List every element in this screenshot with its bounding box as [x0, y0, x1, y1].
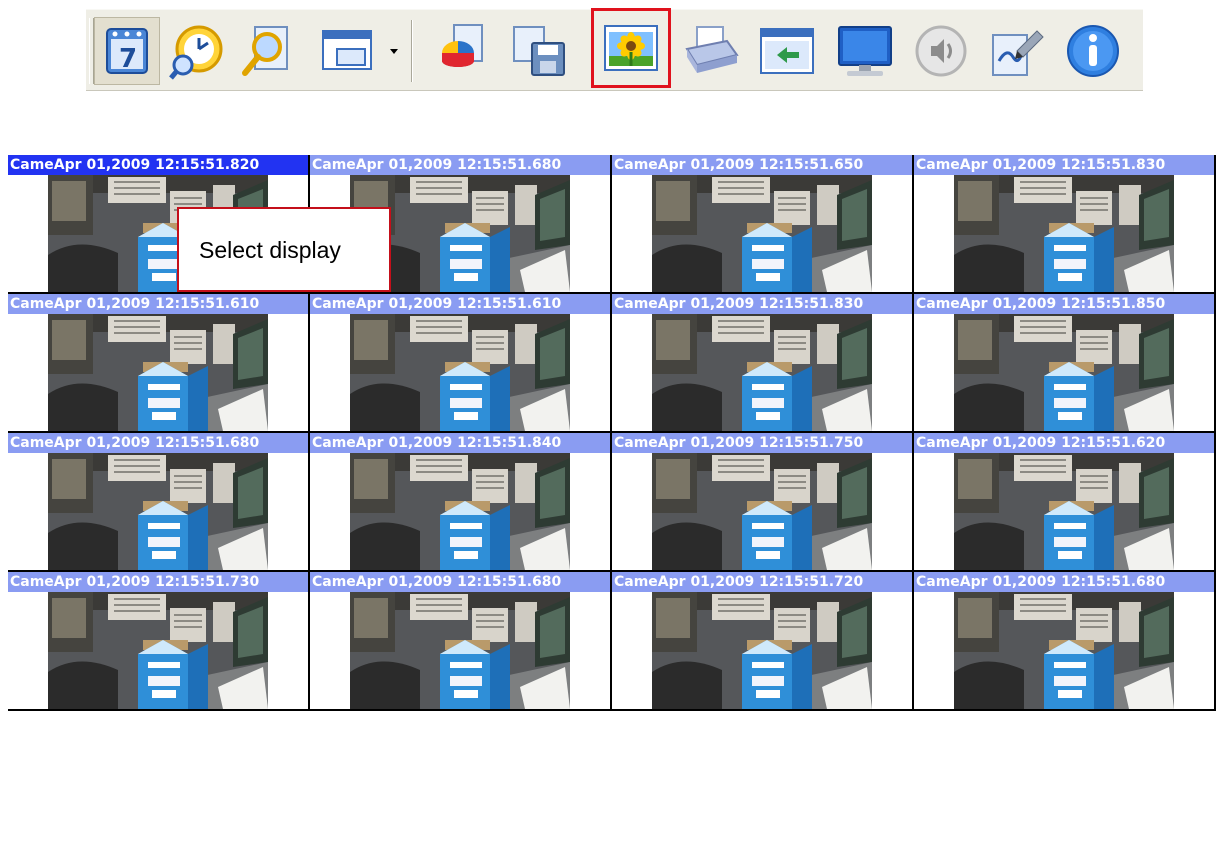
camera-tile[interactable]: CameApr 01,2009 12:15:51.680: [8, 433, 310, 572]
clock-search-icon: [167, 21, 227, 81]
camera-tile-title: CameApr 01,2009 12:15:51.650: [612, 155, 912, 175]
camera-tile[interactable]: CameApr 01,2009 12:15:51.730: [8, 572, 310, 711]
camera-frame-image: [652, 453, 872, 570]
select-display-callout: Select display: [177, 207, 391, 292]
split-screen-button[interactable]: [314, 17, 380, 85]
return-arrow-icon: [757, 21, 817, 81]
camera-tile-title: CameApr 01,2009 12:15:51.750: [612, 433, 912, 453]
speaker-icon: [911, 21, 971, 81]
callout-text: Select display: [199, 237, 341, 263]
camera-frame-image: [652, 175, 872, 292]
pencil-note-icon: [987, 21, 1047, 81]
camera-tile[interactable]: CameApr 01,2009 12:15:51.650: [612, 155, 914, 294]
camera-frame-image: [48, 453, 268, 570]
camera-tile[interactable]: CameApr 01,2009 12:15:51.680: [310, 572, 612, 711]
camera-tile-title: CameApr 01,2009 12:15:51.850: [914, 294, 1214, 314]
monitor-button[interactable]: [832, 17, 898, 85]
save-disk-icon: [510, 21, 570, 81]
window-layout-icon: [317, 21, 377, 81]
camera-frame-image: [652, 314, 872, 431]
camera-tile[interactable]: CameApr 01,2009 12:15:51.830: [612, 294, 914, 433]
select-display-button[interactable]: [591, 8, 671, 88]
camera-tile[interactable]: CameApr 01,2009 12:15:51.840: [310, 433, 612, 572]
camera-tile[interactable]: CameApr 01,2009 12:15:51.610: [8, 294, 310, 433]
camera-tile-title: CameApr 01,2009 12:15:51.610: [310, 294, 610, 314]
toolbar: 7: [86, 8, 1143, 91]
camera-tile[interactable]: CameApr 01,2009 12:15:51.680: [914, 572, 1216, 711]
printer-icon: [681, 21, 741, 81]
camera-frame-image: [350, 453, 570, 570]
monitor-icon: [835, 21, 895, 81]
camera-tile-title: CameApr 01,2009 12:15:51.720: [612, 572, 912, 592]
camera-tile-title: CameApr 01,2009 12:15:51.680: [310, 155, 610, 175]
camera-tile-title: CameApr 01,2009 12:15:51.820: [8, 155, 308, 175]
camera-tile[interactable]: CameApr 01,2009 12:15:51.720: [612, 572, 914, 711]
edit-note-button[interactable]: [984, 17, 1050, 85]
camera-tile-title: CameApr 01,2009 12:15:51.680: [914, 572, 1214, 592]
camera-frame-image: [652, 592, 872, 709]
svg-text:7: 7: [119, 44, 137, 74]
camera-frame-image: [48, 314, 268, 431]
camera-frame-image: [350, 314, 570, 431]
info-icon: [1063, 21, 1123, 81]
camera-tile[interactable]: CameApr 01,2009 12:15:51.850: [914, 294, 1216, 433]
camera-tile[interactable]: CameApr 01,2009 12:15:51.610: [310, 294, 612, 433]
camera-tile-title: CameApr 01,2009 12:15:51.830: [612, 294, 912, 314]
camera-tile-title: CameApr 01,2009 12:15:51.620: [914, 433, 1214, 453]
file-search-button[interactable]: [234, 17, 300, 85]
camera-tile[interactable]: CameApr 01,2009 12:15:51.620: [914, 433, 1216, 572]
calendar-playback-button[interactable]: 7: [94, 17, 160, 85]
camera-tile-title: CameApr 01,2009 12:15:51.680: [310, 572, 610, 592]
print-button[interactable]: [678, 17, 744, 85]
camera-tile-title: CameApr 01,2009 12:15:51.830: [914, 155, 1214, 175]
camera-tile-title: CameApr 01,2009 12:15:51.730: [8, 572, 308, 592]
camera-tile[interactable]: CameApr 01,2009 12:15:51.830: [914, 155, 1216, 294]
audio-button[interactable]: [908, 17, 974, 85]
camera-frame-image: [954, 453, 1174, 570]
statistics-button[interactable]: [429, 17, 495, 85]
return-button[interactable]: [754, 17, 820, 85]
camera-tile[interactable]: CameApr 01,2009 12:15:51.750: [612, 433, 914, 572]
magnifier-icon: [237, 21, 297, 81]
camera-frame-image: [954, 175, 1174, 292]
camera-frame-image: [954, 314, 1174, 431]
pie-chart-icon: [432, 21, 492, 81]
camera-tile-title: CameApr 01,2009 12:15:51.680: [8, 433, 308, 453]
camera-tile-title: CameApr 01,2009 12:15:51.610: [8, 294, 308, 314]
camera-frame-image: [954, 592, 1174, 709]
toolbar-separator: [411, 20, 413, 82]
sunflower-image-icon: [601, 18, 661, 78]
camera-tile-title: CameApr 01,2009 12:15:51.840: [310, 433, 610, 453]
time-search-button[interactable]: [164, 17, 230, 85]
camera-frame-image: [48, 592, 268, 709]
backup-button[interactable]: [507, 17, 573, 85]
calendar-icon: 7: [97, 21, 157, 81]
info-button[interactable]: [1060, 17, 1126, 85]
split-screen-dropdown[interactable]: [386, 17, 402, 85]
camera-frame-image: [350, 592, 570, 709]
chevron-down-icon: [390, 48, 398, 54]
